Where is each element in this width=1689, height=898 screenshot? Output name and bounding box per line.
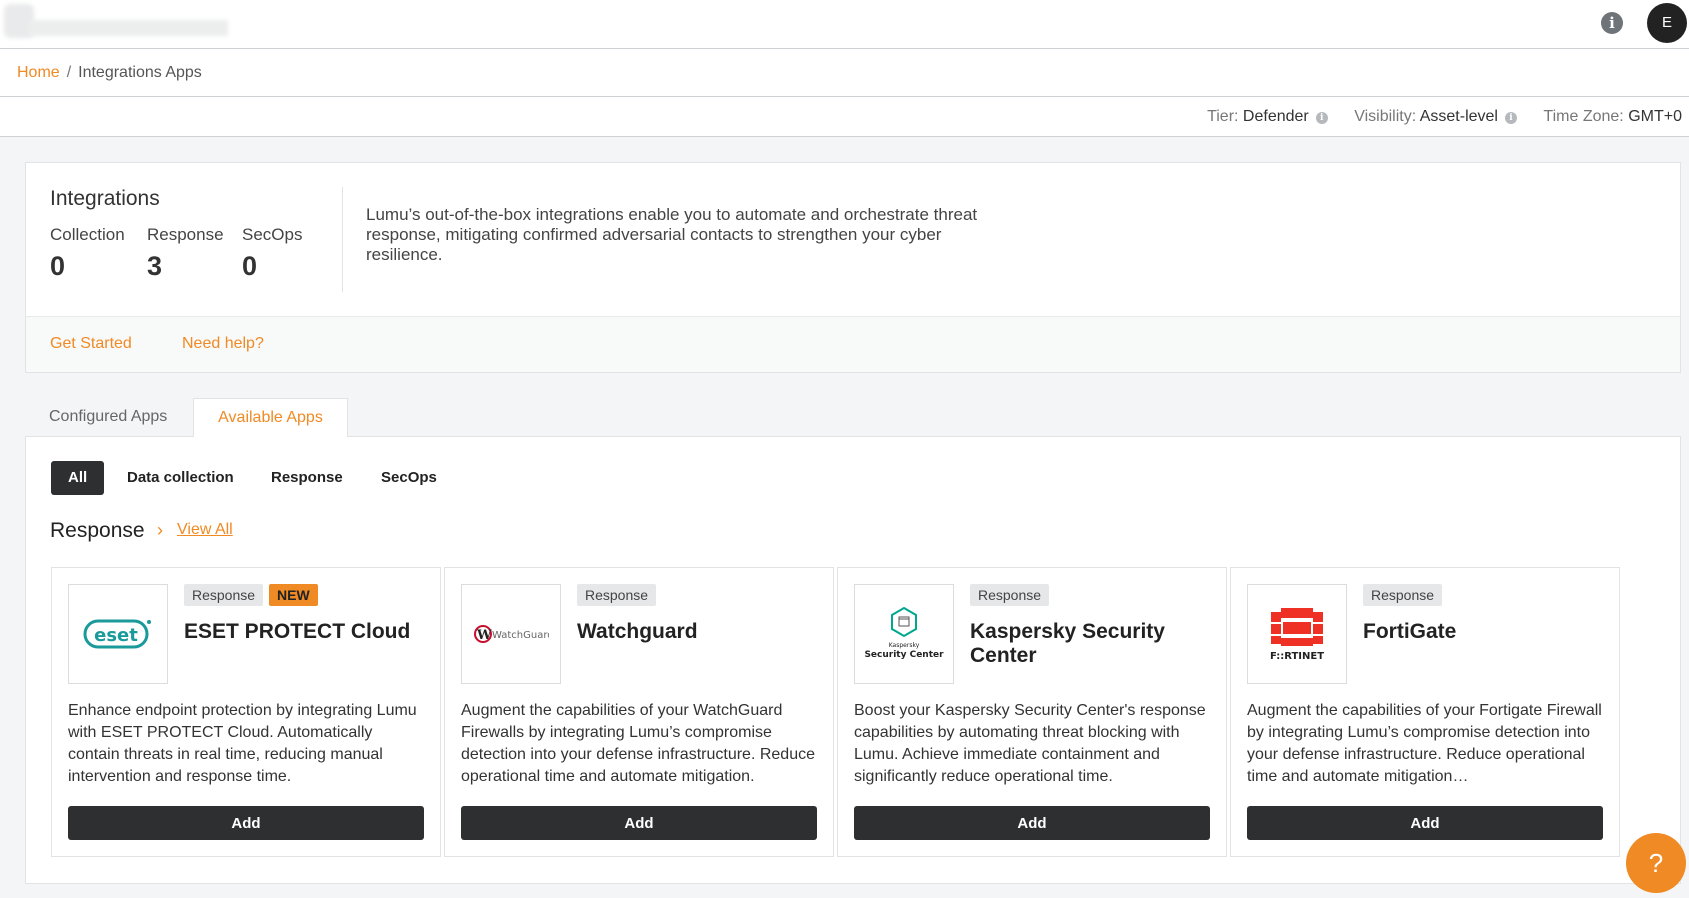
card-badges: Response: [970, 584, 1055, 606]
panel-footer: Get Started Need help?: [26, 316, 1680, 372]
chevron-right-icon: ›: [157, 520, 163, 540]
new-badge: NEW: [269, 584, 318, 606]
timezone-meta: Time Zone: GMT+0: [1543, 108, 1682, 125]
kaspersky-logo-line1: Kaspersky: [889, 642, 920, 649]
add-watchguard-button[interactable]: Add: [461, 806, 817, 840]
tab-available-apps[interactable]: Available Apps: [193, 398, 348, 437]
info-icon[interactable]: i: [1601, 12, 1623, 34]
card-title: FortiGate: [1363, 620, 1457, 643]
category-badge: Response: [577, 584, 657, 606]
stat-secops: SecOps 0: [242, 225, 303, 281]
tab-configured-apps[interactable]: Configured Apps: [49, 398, 167, 436]
card-description: Augment the capabilities of your WatchGu…: [461, 702, 815, 785]
card-description: Enhance endpoint protection by integrati…: [68, 702, 417, 785]
app-card-watchguard: W WatchGuard Response Watchguard Augment…: [444, 567, 834, 857]
integrations-description: Lumu’s out-of-the-box integrations enabl…: [366, 205, 978, 264]
help-icon[interactable]: ?: [1626, 833, 1686, 893]
divider: [342, 187, 343, 292]
card-title: Kaspersky Security Center: [970, 620, 1165, 667]
breadcrumb: Home / Integrations Apps: [0, 49, 1689, 97]
category-badge: Response: [970, 584, 1050, 606]
app-card-eset: eset Response NEW ESET PROTECT Cloud Enha…: [51, 567, 441, 857]
card-badges: Response: [577, 584, 662, 606]
tier-info-icon[interactable]: i: [1315, 112, 1328, 124]
stat-collection: Collection 0: [50, 225, 125, 281]
breadcrumb-current: Integrations Apps: [78, 64, 202, 81]
add-eset-button[interactable]: Add: [68, 806, 424, 840]
card-badges: Response: [1363, 584, 1448, 606]
app-logo[interactable]: [4, 4, 230, 38]
app-card-kaspersky: Kaspersky Security Center Response Kaspe…: [837, 567, 1227, 857]
fortinet-logo-text: F::RTINET: [1270, 651, 1324, 662]
add-kaspersky-button[interactable]: Add: [854, 806, 1210, 840]
view-all-link[interactable]: View All: [177, 521, 233, 539]
integrations-title: Integrations: [50, 187, 160, 210]
kaspersky-logo: Kaspersky Security Center: [854, 584, 954, 684]
card-badges: Response NEW: [184, 584, 324, 606]
eset-logo-text: eset: [94, 625, 138, 646]
visibility-info-icon[interactable]: i: [1504, 112, 1517, 124]
add-fortigate-button[interactable]: Add: [1247, 806, 1603, 840]
account-meta-bar: Tier: Defender i Visibility: Asset-level i…: [0, 97, 1689, 137]
card-description: Boost your Kaspersky Security Center's r…: [854, 702, 1206, 785]
eset-logo: eset: [68, 584, 168, 684]
filter-data-collection[interactable]: Data collection: [110, 461, 251, 495]
category-badge: Response: [1363, 584, 1443, 606]
section-title: Response: [50, 519, 145, 542]
card-title: Watchguard: [577, 620, 698, 643]
tier-meta: Tier: Defender i: [1207, 108, 1328, 125]
category-badge: Response: [184, 584, 264, 606]
svg-text:W: W: [476, 628, 492, 643]
fortinet-logo: F::RTINET: [1247, 584, 1347, 684]
filter-all[interactable]: All: [51, 461, 105, 495]
user-avatar[interactable]: E: [1647, 3, 1687, 43]
watchguard-logo-text: WatchGuard: [492, 630, 549, 641]
filter-secops[interactable]: SecOps: [364, 461, 454, 495]
breadcrumb-home-link[interactable]: Home: [17, 64, 60, 81]
card-title: ESET PROTECT Cloud: [184, 620, 411, 643]
visibility-meta: Visibility: Asset-level i: [1354, 108, 1517, 125]
card-description: Augment the capabilities of your Fortiga…: [1247, 702, 1602, 785]
kaspersky-logo-line2: Security Center: [864, 650, 944, 660]
integrations-summary-panel: Integrations Collection 0 Response 3 Sec…: [25, 162, 1681, 373]
watchguard-logo: W WatchGuard: [461, 584, 561, 684]
app-card-fortigate: F::RTINET Response FortiGate Augment the…: [1230, 567, 1620, 857]
filter-response[interactable]: Response: [254, 461, 360, 495]
top-bar: i E: [0, 0, 1689, 49]
available-apps-panel: All Data collection Response SecOps Resp…: [25, 436, 1681, 884]
need-help-link[interactable]: Need help?: [182, 335, 264, 353]
get-started-link[interactable]: Get Started: [50, 335, 132, 353]
stat-response: Response 3: [147, 225, 224, 281]
breadcrumb-separator: /: [66, 64, 72, 81]
